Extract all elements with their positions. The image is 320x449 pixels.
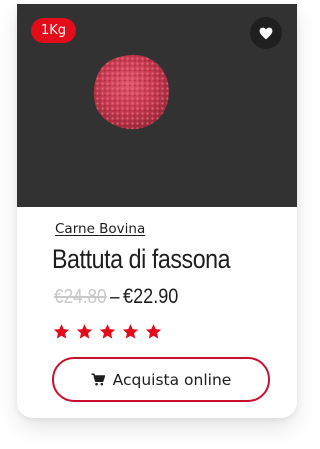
product-card: 1Kg Carne Bovina Battuta di fassona €24.…: [17, 4, 297, 418]
star-icon: [122, 324, 139, 339]
star-icon: [99, 324, 116, 339]
heart-icon: [259, 27, 273, 39]
buy-online-button[interactable]: Acquista online: [52, 357, 270, 402]
old-price: €24.80: [54, 286, 107, 308]
star-icon: [145, 324, 162, 339]
rating-stars: [53, 323, 162, 340]
weight-badge: 1Kg: [31, 18, 77, 43]
price-separator: –: [110, 286, 120, 308]
cart-icon: [91, 373, 105, 386]
category-link[interactable]: Carne Bovina: [55, 221, 145, 237]
product-image: [93, 54, 169, 130]
wishlist-button[interactable]: [250, 17, 282, 49]
star-icon: [76, 324, 93, 339]
product-title[interactable]: Battuta di fassona: [52, 244, 231, 275]
sale-price: €22.90: [123, 285, 179, 308]
buy-online-label: Acquista online: [112, 370, 232, 389]
star-icon: [53, 324, 70, 339]
price-row: €24.80– €22.90: [54, 285, 178, 309]
product-image-area[interactable]: 1Kg: [17, 4, 297, 207]
